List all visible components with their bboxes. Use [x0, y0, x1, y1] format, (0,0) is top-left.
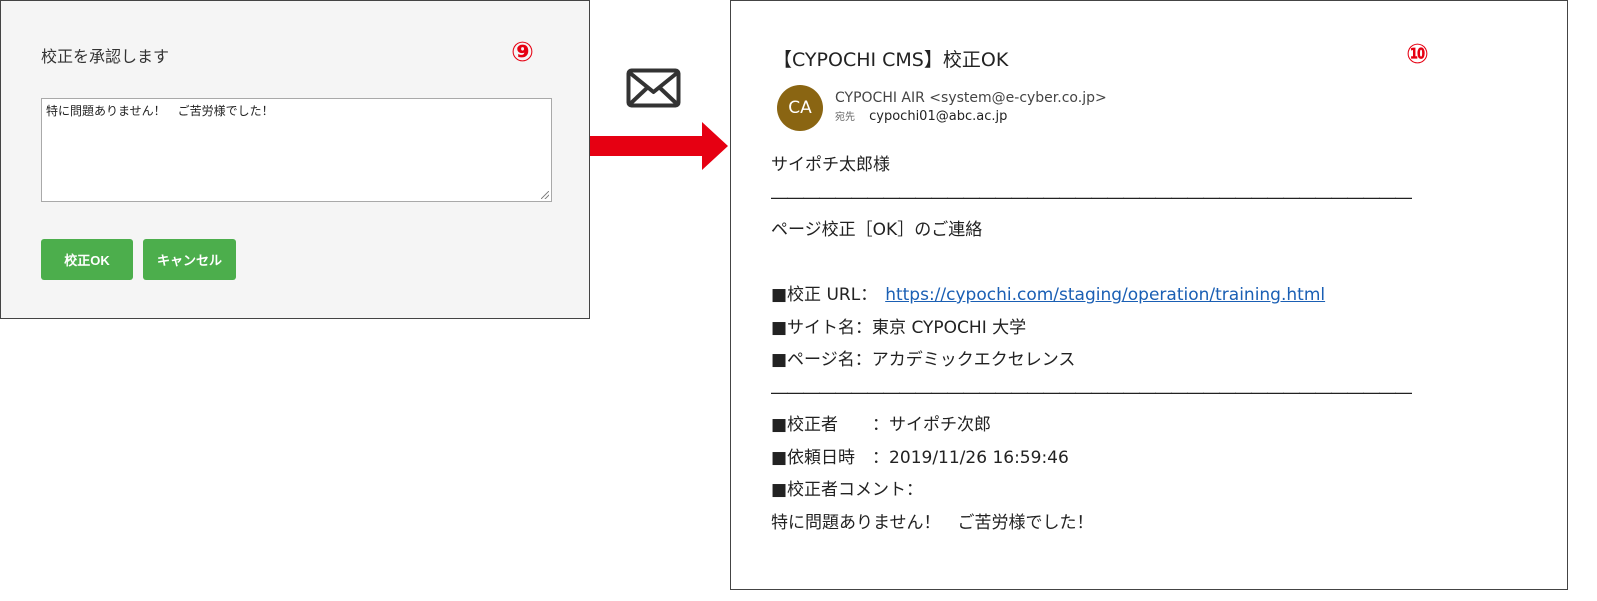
approve-title: 校正を承認します: [41, 47, 170, 66]
proof-url-link[interactable]: https://cypochi.com/staging/operation/tr…: [885, 285, 1325, 305]
page-name-line: ■ページ名：アカデミックエクセレンス: [771, 350, 1076, 370]
comment-textarea[interactable]: 特に問題ありません！ ご苦労様でした！: [41, 98, 552, 202]
recipient-address: cypochi01@abc.ac.jp: [869, 109, 1008, 124]
avatar: CA: [777, 85, 823, 131]
greeting: サイポチ太郎様: [771, 155, 890, 175]
proofreader-line: ■校正者 ：サイポチ次郎: [771, 415, 992, 435]
resize-grip-icon[interactable]: [541, 191, 549, 199]
email-body: サイポチ太郎様 ――――――――――――――――――――――――――――――――…: [771, 152, 1471, 542]
email-panel: 【CYPOCHI CMS】校正OK ⑩ CA CYPOCHI AIR <syst…: [730, 0, 1568, 590]
url-label: ■校正 URL：: [771, 285, 878, 305]
site-name-line: ■サイト名：東京 CYPOCHI 大学: [771, 317, 1027, 338]
approve-panel: 校正を承認します ⑨ 特に問題ありません！ ご苦労様でした！ 校正OK キャンセ…: [0, 0, 590, 319]
step-number-10: ⑩: [1406, 39, 1429, 70]
cancel-button[interactable]: キャンセル: [143, 239, 236, 280]
comment-line: 特に問題ありません！ ご苦労様でした！: [771, 512, 1094, 533]
notice-line: ページ校正［OK］のご連絡: [771, 220, 983, 240]
email-subject: 【CYPOCHI CMS】校正OK: [773, 49, 1009, 71]
url-line: ■校正 URL： https://cypochi.com/staging/oper…: [771, 282, 1471, 315]
comment-textarea-value: 特に問題ありません！ ご苦労様でした！: [46, 104, 274, 118]
right-arrow-icon: [590, 122, 728, 170]
mail-envelope-icon: [626, 68, 681, 108]
proof-ok-button[interactable]: 校正OK: [41, 239, 133, 280]
recipient-label: 宛先: [835, 112, 855, 123]
request-datetime-line: ■依頼日時 ：2019/11/26 16:59:46: [771, 447, 1069, 468]
divider: ――――――――――――――――――――――――――――――――――――――――: [771, 382, 1412, 403]
recipient-line: 宛先 cypochi01@abc.ac.jp: [835, 108, 1007, 124]
comment-label-line: ■校正者コメント：: [771, 480, 924, 500]
sender-address: CYPOCHI AIR <system@e-cyber.co.jp>: [835, 90, 1107, 106]
divider: ――――――――――――――――――――――――――――――――――――――――: [771, 187, 1412, 208]
step-number-9: ⑨: [511, 37, 534, 68]
